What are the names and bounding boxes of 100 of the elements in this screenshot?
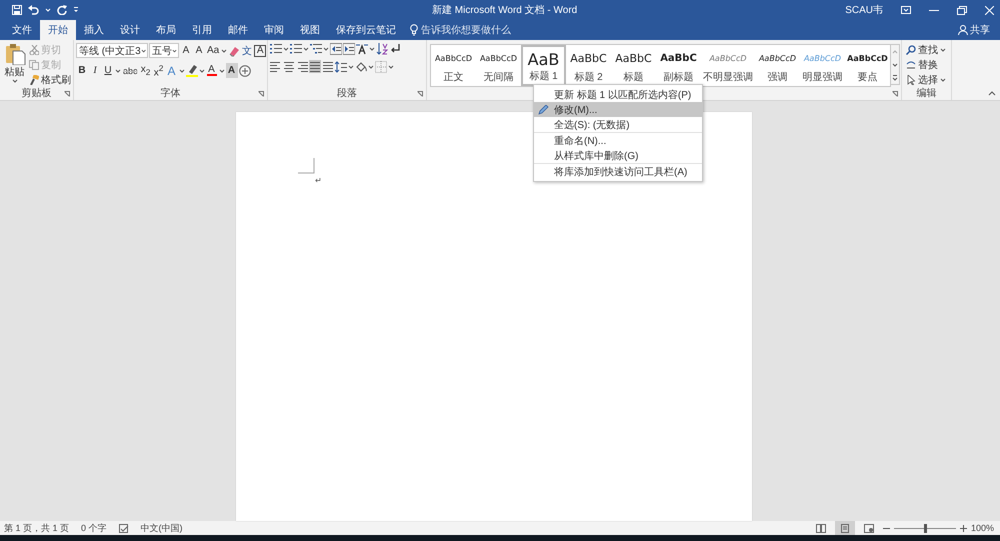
caret-icon[interactable] (348, 64, 354, 68)
style-item[interactable]: AaBbCcD 强调 (755, 45, 800, 86)
caret-icon[interactable] (218, 68, 225, 72)
asian-layout-icon[interactable] (356, 43, 368, 55)
zoom-in-icon[interactable] (960, 524, 967, 532)
caret-icon[interactable] (303, 47, 309, 51)
zoom-slider[interactable] (894, 523, 956, 533)
change-case-button[interactable]: Aa (206, 43, 220, 58)
menu-item[interactable]: 重命名(N)... (534, 133, 702, 148)
font-name-field[interactable]: 等线 (中文正3 (76, 43, 148, 58)
caret-icon[interactable] (388, 64, 394, 68)
style-item[interactable]: AaBbC 标题 (611, 45, 656, 86)
superscript-button[interactable]: x$^{2}$ (152, 63, 165, 78)
zoom-level[interactable]: 100% (970, 523, 994, 533)
ribbon-tab[interactable]: 审阅 (256, 20, 292, 40)
menu-item[interactable]: 全选(S): (无数据) (534, 117, 702, 133)
caret-icon[interactable] (283, 47, 289, 51)
menu-item[interactable]: 从样式库中删除(G) (534, 148, 702, 164)
dialog-launcher-icon[interactable] (417, 91, 423, 97)
sort-icon[interactable] (376, 43, 388, 55)
decrease-indent-icon[interactable] (330, 43, 342, 55)
style-item[interactable]: AaBbC 标题 2 (566, 45, 611, 86)
ribbon-tab[interactable]: 开始 (40, 20, 76, 40)
grow-font-button[interactable]: A (180, 43, 192, 58)
font-size-field[interactable]: 五号 (149, 43, 179, 58)
style-item[interactable]: AaBbCcD 明显强调 (800, 45, 845, 86)
style-item[interactable]: AaBbCcD 无间隔 (476, 45, 521, 86)
highlighter-icon[interactable] (186, 64, 198, 77)
word-count[interactable]: 0 个字 (81, 522, 107, 534)
bold-button[interactable]: B (76, 63, 88, 78)
select-button[interactable]: 选择 (906, 73, 946, 86)
subscript-button[interactable]: x$_{2}$ (140, 63, 152, 78)
window-title: 新建 Microsoft Word 文档 - Word (432, 4, 578, 17)
justify-icon[interactable] (309, 60, 321, 73)
paint-bucket-icon[interactable] (355, 60, 367, 72)
format-painter-button[interactable]: 格式刷 (29, 73, 71, 86)
caret-icon[interactable] (12, 79, 18, 83)
share-button[interactable]: 共享 (948, 20, 1000, 40)
dialog-launcher-icon[interactable] (64, 91, 70, 97)
font-color-button[interactable]: A (206, 63, 218, 78)
ribbon-tab[interactable]: 设计 (112, 20, 148, 40)
close-icon[interactable] (985, 6, 994, 14)
character-shading-button[interactable]: A (226, 63, 238, 78)
style-item[interactable]: AaBbCcD 不明显强调 (701, 45, 755, 86)
eraser-icon[interactable] (228, 44, 240, 56)
shrink-font-button[interactable]: A (193, 43, 205, 58)
print-layout-button[interactable] (834, 521, 855, 535)
underline-button[interactable]: U (102, 63, 114, 78)
multilevel-list-icon[interactable] (310, 43, 322, 55)
ribbon-tab[interactable]: 保存到云笔记 (328, 20, 404, 40)
caret-icon[interactable] (178, 68, 185, 72)
numbering-icon[interactable] (290, 43, 302, 55)
paragraph-mark-icon[interactable] (389, 43, 401, 55)
ribbon-display-icon[interactable] (901, 6, 911, 14)
dialog-launcher-icon[interactable] (892, 91, 898, 97)
collapse-ribbon-icon[interactable] (988, 91, 996, 96)
menu-item[interactable]: 修改(M)... (534, 102, 702, 117)
menu-item[interactable]: 将库添加到快速访问工具栏(A) (534, 164, 702, 179)
caret-icon[interactable] (198, 68, 205, 72)
save-icon[interactable] (12, 5, 22, 15)
menu-item[interactable]: 更新 标题 1 以匹配所选内容(P) (534, 87, 702, 102)
dialog-launcher-icon[interactable] (258, 91, 264, 97)
find-button[interactable]: 查找 (906, 43, 946, 56)
ribbon-tab[interactable]: 插入 (76, 20, 112, 40)
style-item[interactable]: AaBbCcD 正文 (431, 45, 476, 86)
redo-icon[interactable] (57, 5, 67, 15)
restore-icon[interactable] (957, 6, 967, 14)
line-spacing-icon[interactable] (335, 60, 347, 72)
caret-icon[interactable] (115, 68, 121, 72)
align-center-icon[interactable] (283, 60, 295, 73)
ribbon-tab[interactable]: 引用 (184, 20, 220, 40)
enclosed-character-icon[interactable] (238, 64, 251, 76)
paste-button[interactable]: 粘贴 (2, 43, 27, 86)
caret-icon[interactable] (368, 64, 374, 68)
italic-button[interactable]: I (89, 63, 101, 78)
increase-indent-icon[interactable] (343, 43, 355, 55)
distributed-icon[interactable] (322, 60, 334, 73)
ribbon-tab[interactable]: 视图 (292, 20, 328, 40)
style-item[interactable]: AaBbC 副标题 (656, 45, 701, 86)
caret-icon[interactable] (369, 47, 375, 51)
lightbulb-icon[interactable] (410, 24, 418, 36)
align-left-icon[interactable] (270, 60, 282, 73)
proofing-icon[interactable] (118, 524, 129, 532)
replace-button[interactable]: 替换 (906, 58, 946, 71)
page-count[interactable]: 第 1 页，共 1 页 (4, 522, 70, 534)
caret-icon[interactable] (221, 48, 228, 52)
user-name[interactable]: SCAU韦 (845, 3, 883, 17)
style-item[interactable]: AaBbCcD 要点 (845, 45, 890, 86)
caret-icon[interactable] (323, 47, 329, 51)
tell-me-field[interactable]: 告诉我你想要做什么 (421, 24, 551, 36)
ribbon-tab[interactable]: 布局 (148, 20, 184, 40)
undo-icon[interactable] (28, 5, 39, 15)
customize-icon[interactable] (73, 7, 79, 13)
ribbon-tab[interactable]: 邮件 (220, 20, 256, 40)
phonetic-guide-button[interactable]: 文 (241, 43, 254, 58)
bullets-icon[interactable] (270, 43, 282, 55)
character-border-button[interactable]: A (254, 44, 266, 56)
language-label[interactable]: 中文(中国) (140, 522, 183, 534)
ribbon-tab[interactable]: 文件 (4, 20, 40, 40)
align-right-icon[interactable] (296, 60, 308, 73)
